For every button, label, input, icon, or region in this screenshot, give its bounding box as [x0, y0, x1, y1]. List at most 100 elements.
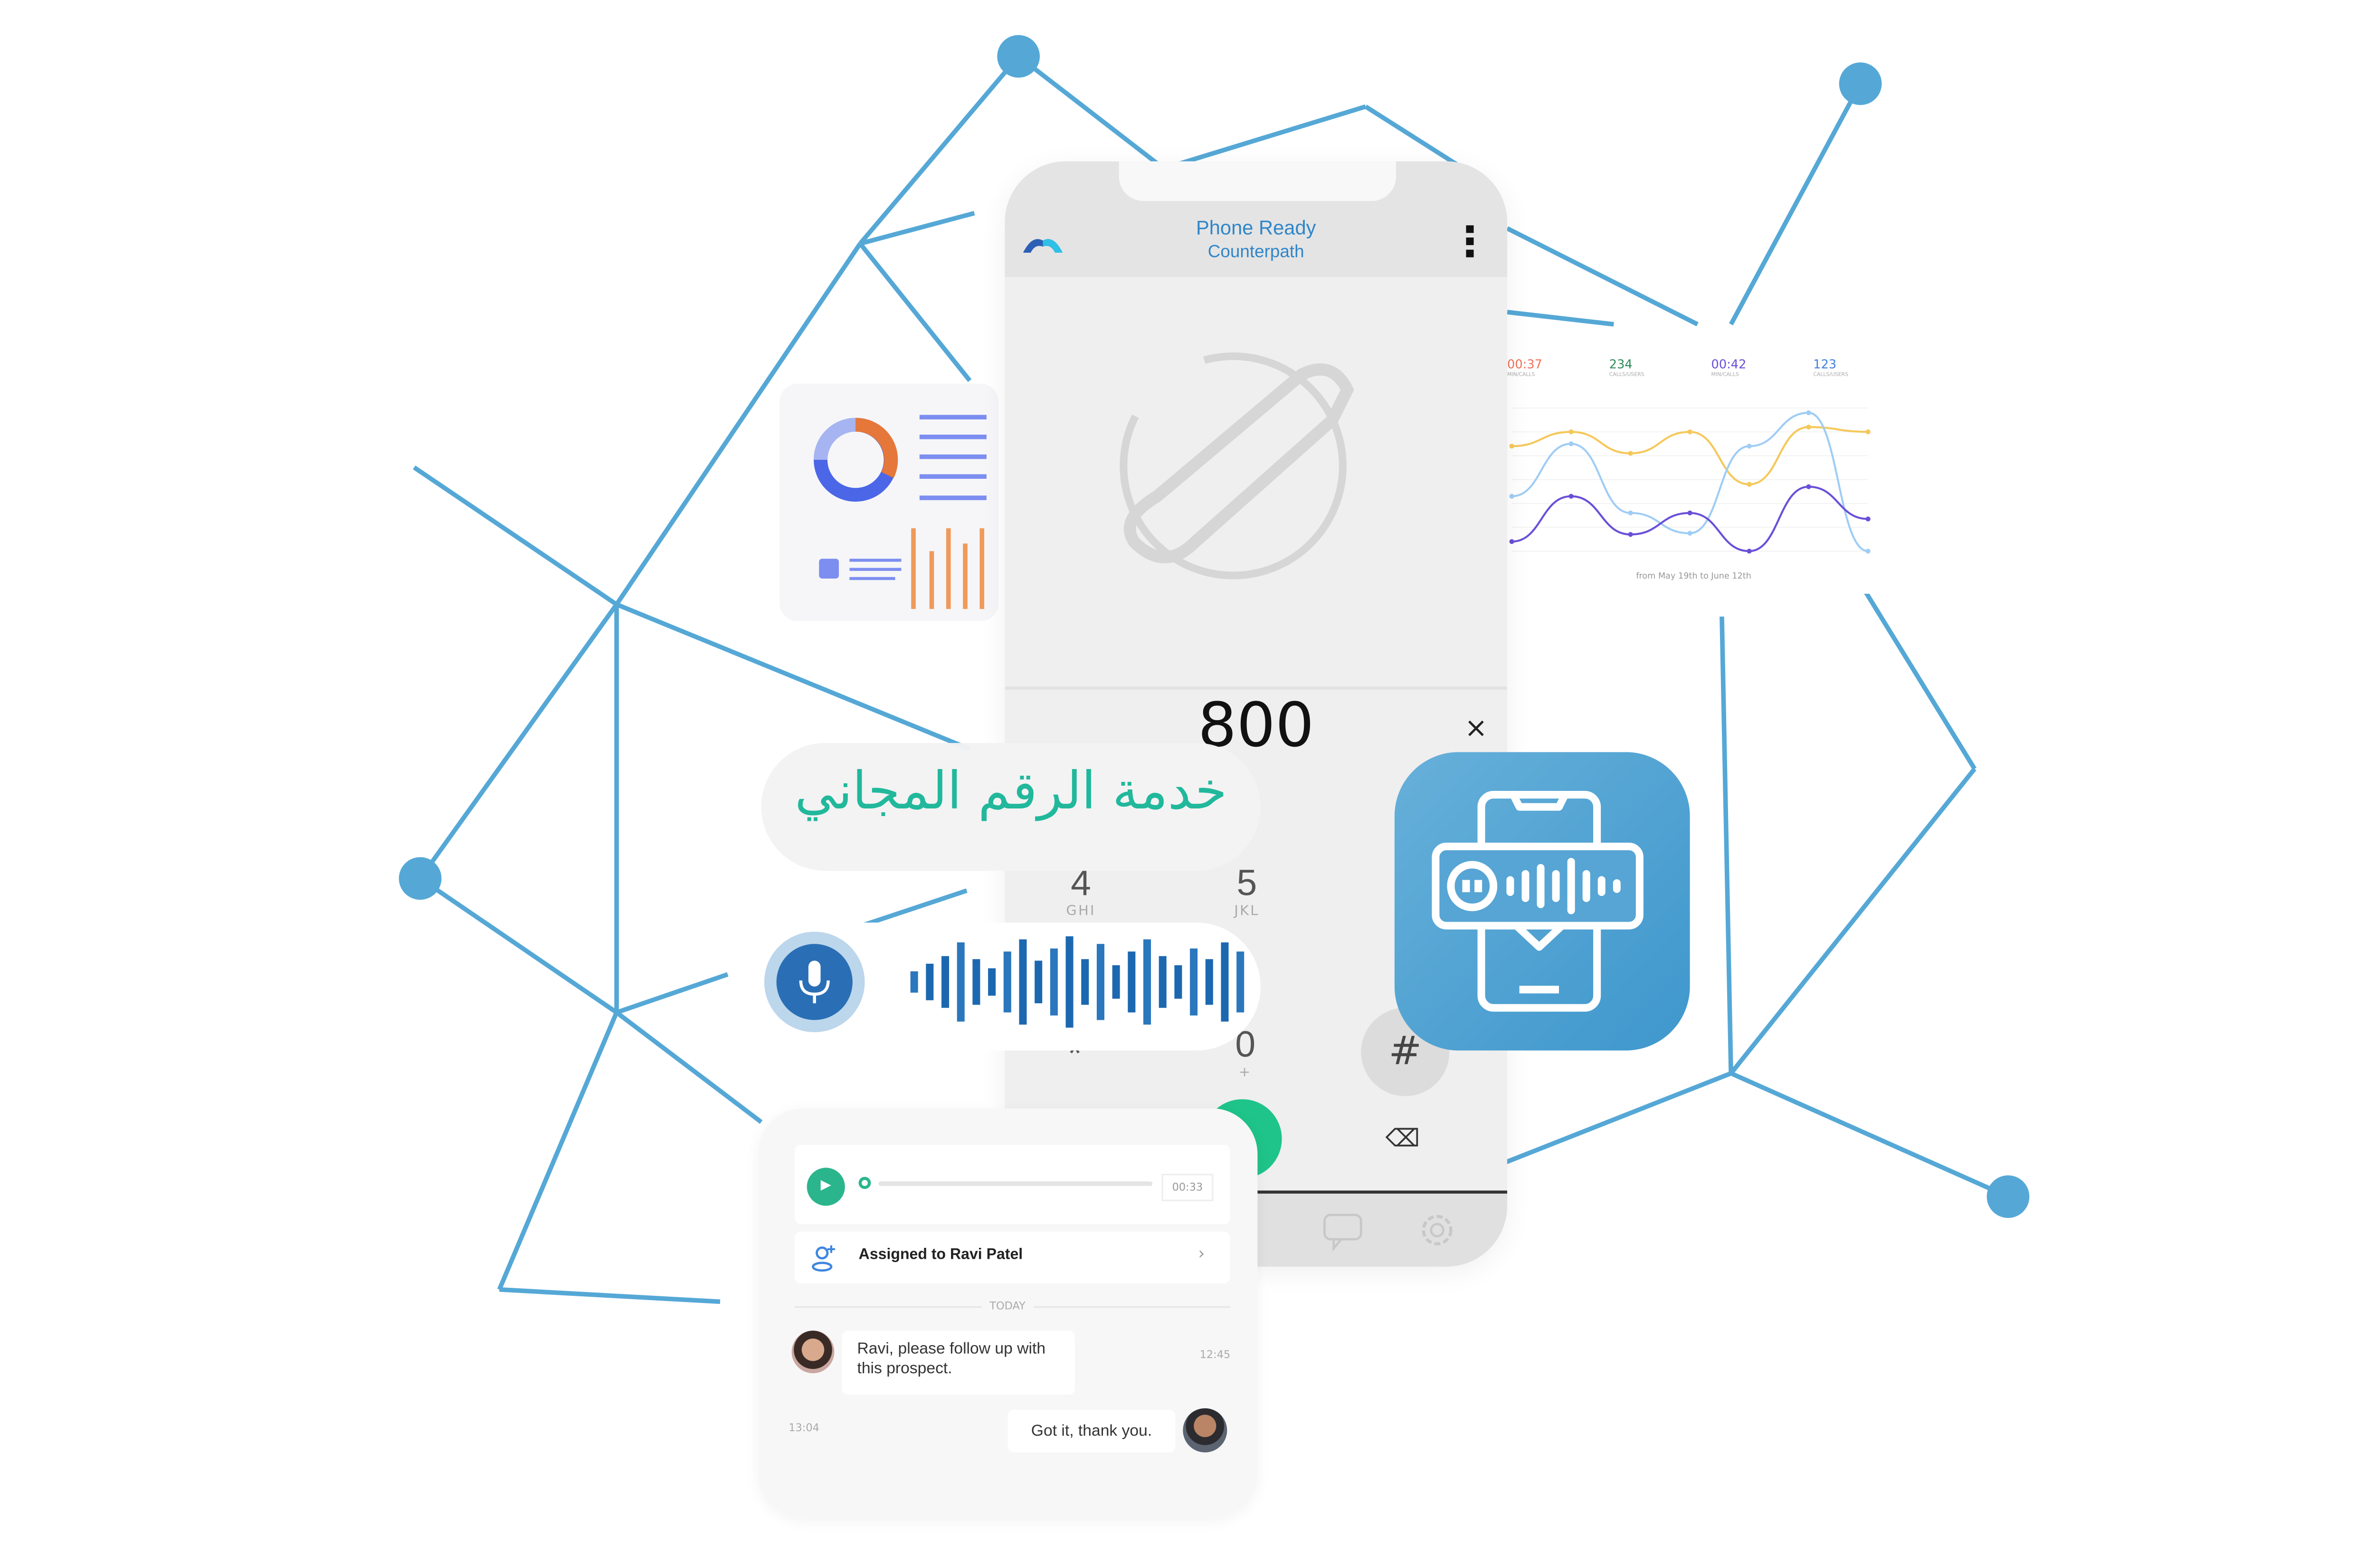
data-point	[1865, 549, 1871, 554]
network-line	[1017, 54, 1174, 177]
network-line	[499, 1287, 721, 1304]
network-line	[418, 876, 618, 1015]
waveform-bar	[972, 959, 980, 1005]
chevron-right-icon: ›	[1198, 1244, 1205, 1264]
waveform-bar	[1205, 959, 1213, 1005]
waveform-bar	[988, 968, 996, 996]
waveform-bar	[1003, 951, 1011, 1013]
date-divider-label: TODAY	[982, 1300, 1033, 1312]
gear-icon[interactable]	[1416, 1209, 1459, 1252]
softphone: Phone Ready Counterpath 800 × 4 GHI 5 JKL …	[1005, 161, 1508, 1267]
phone-voice-icon	[1432, 791, 1644, 1012]
microphone-icon	[799, 960, 830, 1004]
phone-account-name: Counterpath	[1207, 243, 1304, 262]
stat-value: 123	[1813, 358, 1837, 372]
message-bubble-incoming: Ravi, please follow up with this prospec…	[842, 1330, 1075, 1395]
playback-track[interactable]	[878, 1181, 1153, 1186]
clear-number-icon[interactable]: ×	[1464, 713, 1487, 744]
conversation-card: ▶ 00:33 Assigned to Ravi Patel › TODAY R…	[758, 1108, 1258, 1518]
data-point	[1509, 444, 1514, 449]
playback-scrubber[interactable]	[858, 1177, 871, 1189]
data-point	[1687, 510, 1692, 516]
stat-value: 00:42	[1711, 358, 1747, 372]
waveform-bar	[1236, 951, 1244, 1013]
waveform-bar	[1019, 939, 1027, 1025]
network-line	[616, 602, 971, 751]
data-point	[1865, 429, 1871, 435]
stat-label: MIN/CALLS	[1507, 371, 1535, 378]
stat-label: MIN/CALLS	[1711, 371, 1739, 378]
key-5[interactable]: 5 JKL	[1201, 864, 1292, 920]
assignment-row[interactable]: Assigned to Ravi Patel ›	[795, 1231, 1230, 1283]
mic-inner	[776, 944, 853, 1020]
dashboard-card	[779, 383, 999, 621]
data-point	[1687, 531, 1692, 536]
play-button[interactable]: ▶	[807, 1168, 845, 1206]
network-line	[616, 972, 729, 1015]
network-node	[1839, 62, 1882, 105]
waveform-bar	[926, 963, 934, 1000]
chat-icon[interactable]	[1321, 1212, 1364, 1252]
data-point	[1568, 441, 1574, 447]
recording-duration: 00:33	[1161, 1174, 1214, 1201]
add-user-icon	[812, 1245, 835, 1272]
phone-status-title: Phone Ready	[1196, 216, 1316, 239]
waveform-bar	[910, 971, 918, 993]
avatar-agent	[1183, 1408, 1227, 1453]
network-line	[858, 55, 1020, 245]
data-point	[1806, 425, 1811, 430]
data-point	[1628, 510, 1633, 516]
analytics-chart-card: 00:37 MIN/CALLS 234 CALLS/USERS 00:42 MIN/CAL…	[1500, 327, 1888, 594]
stat-label: CALLS/USERS	[1609, 371, 1644, 378]
phone-notch	[1119, 161, 1396, 201]
network-line	[1855, 577, 1977, 770]
stat-0: 00:37 MIN/CALLS	[1507, 358, 1598, 378]
data-point	[1806, 410, 1811, 416]
data-point	[1509, 539, 1514, 544]
waveform-bar	[1112, 965, 1120, 999]
more-options-icon[interactable]	[1466, 225, 1474, 262]
stat-1: 234 CALLS/USERS	[1609, 358, 1700, 378]
waveform-bar	[1035, 960, 1043, 1004]
data-point	[1687, 429, 1692, 435]
network-line	[1499, 1071, 1732, 1167]
message-time: 13:04	[788, 1422, 819, 1435]
phone-handset-watermark-icon	[1120, 352, 1354, 580]
waveform-bar	[1128, 951, 1136, 1013]
waveform-bar	[1050, 948, 1058, 1016]
network-line	[1729, 83, 1862, 325]
network-line	[1364, 105, 1463, 170]
line-chart	[1509, 408, 1871, 554]
network-line	[1729, 767, 1976, 1075]
backspace-icon[interactable]: ⌫	[1386, 1123, 1420, 1152]
stat-3: 123 CALLS/USERS	[1813, 358, 1904, 378]
network-line	[615, 1010, 763, 1124]
network-line	[1507, 310, 1614, 327]
network-line	[497, 1011, 619, 1291]
waveform-bar	[1221, 942, 1229, 1022]
waveform-bar	[1065, 936, 1074, 1028]
waveform-bar	[1159, 956, 1167, 1008]
assigned-label: Assigned to Ravi Patel	[858, 1246, 1023, 1264]
audio-waveform	[910, 936, 1244, 1028]
toll-free-banner-text: خدمة الرقم المجاني	[795, 761, 1227, 822]
stage: 00:37 MIN/CALLS 234 CALLS/USERS 00:42 MIN/CAL…	[0, 0, 2375, 1568]
network-line	[418, 603, 618, 880]
chart-footnote: from May 19th to June 12th	[1636, 572, 1751, 582]
data-point	[1806, 484, 1811, 489]
network-line	[1720, 616, 1734, 1074]
waveform-bar	[957, 942, 965, 1022]
network-line	[1730, 1071, 2009, 1199]
data-point	[1747, 444, 1752, 449]
series-line-2	[1511, 485, 1868, 552]
message-bubble-outgoing: Got it, thank you.	[1007, 1409, 1176, 1453]
data-point	[1747, 482, 1752, 487]
data-point	[1628, 532, 1633, 537]
key-4[interactable]: 4 GHI	[1035, 864, 1126, 920]
data-point	[1568, 494, 1574, 499]
network-line	[1506, 226, 1699, 326]
network-line	[859, 211, 975, 246]
message-time: 12:45	[1199, 1349, 1231, 1361]
data-point	[1747, 549, 1752, 554]
waveform-bar	[1190, 948, 1198, 1016]
